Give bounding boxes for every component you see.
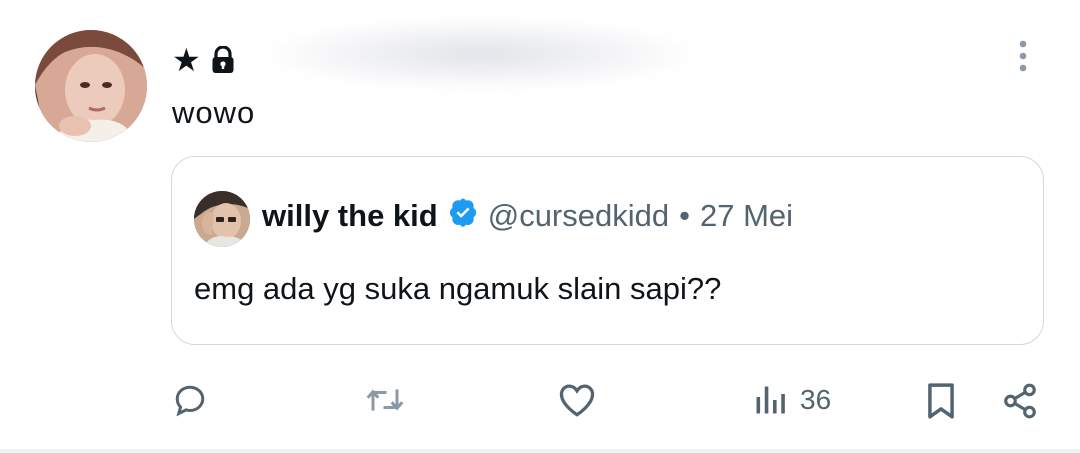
lock-icon — [211, 46, 235, 74]
quoted-author-name[interactable]: willy the kid — [262, 198, 438, 234]
like-button[interactable] — [557, 382, 597, 418]
share-button[interactable] — [1000, 382, 1040, 420]
views-icon — [752, 382, 788, 418]
quoted-author-handle[interactable]: @cursedkidd — [488, 198, 669, 234]
bookmark-button[interactable] — [925, 382, 957, 420]
reply-icon — [172, 382, 208, 418]
more-options-icon[interactable] — [1009, 38, 1037, 78]
quoted-author-avatar[interactable] — [194, 191, 250, 247]
quoted-post-header: willy the kid @cursedkidd • 27 Mei — [262, 197, 793, 235]
post-header: ★ — [172, 40, 235, 80]
post-text: wowo — [172, 95, 256, 130]
quoted-post-text: emg ada yg suka ngamuk slain sapi?? — [194, 271, 722, 306]
action-bar: 36 — [0, 370, 1080, 430]
share-icon — [1000, 382, 1040, 420]
verified-badge-icon — [448, 197, 478, 235]
bookmark-icon — [925, 382, 957, 420]
heart-icon — [557, 382, 597, 418]
repost-icon — [365, 382, 405, 418]
quoted-post-date[interactable]: 27 Mei — [700, 198, 793, 234]
redacted-handle — [270, 20, 690, 88]
reply-button[interactable] — [172, 382, 208, 418]
separator-dot: • — [679, 198, 690, 233]
repost-button[interactable] — [365, 382, 405, 418]
author-avatar[interactable] — [35, 30, 147, 142]
views-count: 36 — [800, 384, 832, 415]
quoted-post[interactable]: willy the kid @cursedkidd • 27 Mei emg a… — [171, 156, 1044, 345]
views-button[interactable]: 36 — [752, 382, 831, 418]
display-name[interactable]: ★ — [172, 44, 201, 76]
divider — [0, 449, 1080, 453]
